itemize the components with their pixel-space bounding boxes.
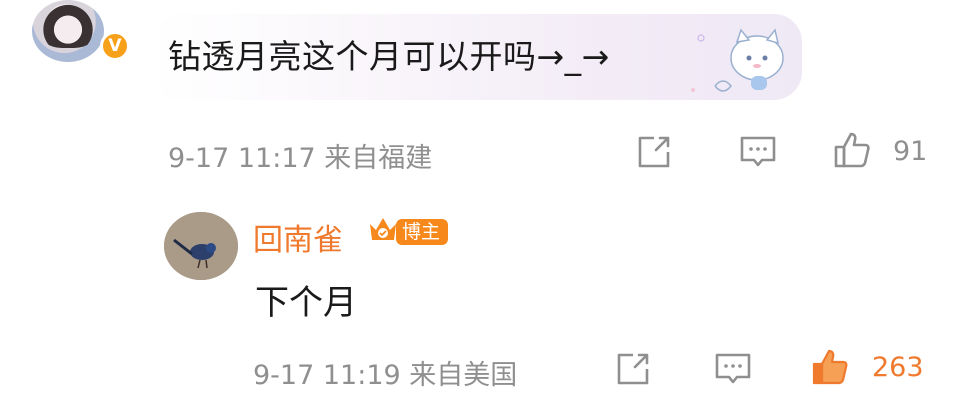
share-icon[interactable]: [613, 349, 653, 389]
like-icon[interactable]: [832, 130, 872, 170]
comment-icon[interactable]: [738, 132, 778, 172]
reply-location: 来自美国: [409, 360, 518, 391]
comment-meta: 9-17 11:17 来自福建: [168, 136, 432, 175]
cat-sticker-icon: [691, 28, 784, 92]
like-icon-active[interactable]: [810, 347, 850, 387]
commenter-avatar[interactable]: [32, 0, 104, 62]
replier-username[interactable]: 回南雀: [253, 215, 343, 259]
reply-time: 9-17 11:19: [253, 360, 401, 391]
reply-text: 下个月: [255, 283, 357, 323]
like-count: 91: [893, 136, 928, 167]
blogger-badge: 博主: [396, 219, 449, 245]
comment-time: 9-17 11:17: [168, 143, 316, 174]
verified-badge: V: [100, 31, 130, 61]
replier-avatar[interactable]: [164, 212, 238, 280]
crown-icon: [370, 218, 396, 240]
like-count: 263: [872, 352, 924, 383]
share-icon[interactable]: [634, 132, 674, 172]
comment-icon[interactable]: [713, 349, 753, 389]
comment-text: 钻透月亮这个月可以开吗→_→: [168, 37, 610, 76]
reply-meta: 9-17 11:19 来自美国: [253, 353, 517, 392]
comment-location: 来自福建: [324, 143, 433, 174]
